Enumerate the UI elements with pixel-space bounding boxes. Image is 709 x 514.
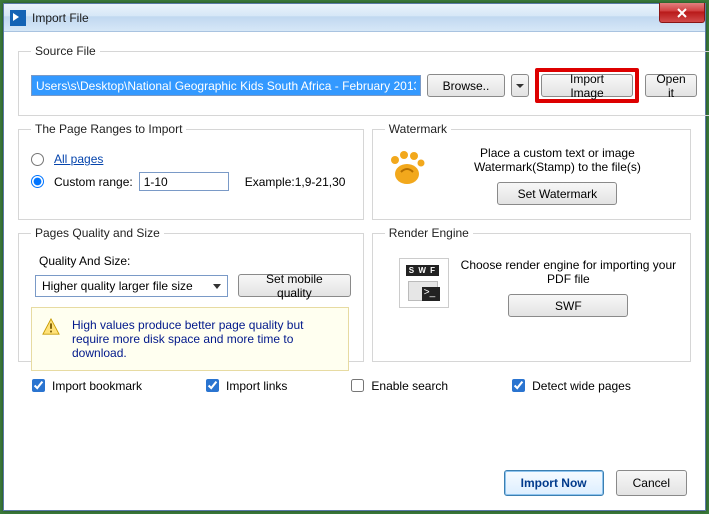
detect-wide-pages-checkbox[interactable]: [512, 379, 525, 392]
highlight-box: Import Image: [535, 68, 639, 103]
quality-legend: Pages Quality and Size: [31, 226, 164, 240]
footer-buttons: Import Now Cancel: [504, 470, 687, 496]
render-desc: Choose render engine for importing your …: [459, 258, 678, 286]
browse-dropdown-button[interactable]: [511, 74, 529, 97]
cancel-button[interactable]: Cancel: [616, 470, 687, 496]
render-engine-legend: Render Engine: [385, 226, 473, 240]
warning-icon: [42, 318, 60, 336]
source-file-legend: Source File: [31, 44, 100, 58]
import-bookmark-option[interactable]: Import bookmark: [28, 376, 142, 395]
open-it-button[interactable]: Open it: [645, 74, 697, 97]
quality-subheader: Quality And Size:: [39, 254, 351, 268]
custom-range-example: Example:1,9-21,30: [245, 175, 346, 189]
enable-search-option[interactable]: Enable search: [347, 376, 448, 395]
window-title: Import File: [32, 11, 89, 25]
watermark-legend: Watermark: [385, 122, 451, 136]
import-now-button[interactable]: Import Now: [504, 470, 604, 496]
set-mobile-quality-button[interactable]: Set mobile quality: [238, 274, 351, 297]
quality-info-text: High values produce better page quality …: [72, 318, 304, 360]
titlebar: Import File: [4, 4, 705, 32]
app-icon: [10, 10, 26, 26]
page-ranges-legend: The Page Ranges to Import: [31, 122, 186, 136]
all-pages-radio[interactable]: [31, 153, 44, 166]
quality-info-box: High values produce better page quality …: [31, 307, 349, 371]
swf-file-icon: S W F >_: [399, 258, 449, 308]
enable-search-checkbox[interactable]: [351, 379, 364, 392]
all-pages-label[interactable]: All pages: [54, 152, 103, 166]
browse-button[interactable]: Browse..: [427, 74, 505, 97]
watermark-desc: Place a custom text or image Watermark(S…: [437, 146, 678, 174]
close-icon: [677, 8, 687, 18]
import-links-option[interactable]: Import links: [202, 376, 287, 395]
options-row: Import bookmark Import links Enable sear…: [18, 368, 691, 395]
chevron-down-icon: [516, 82, 524, 90]
dialog-window: Import File Source File Browse.. Import …: [3, 3, 706, 511]
watermark-group: Watermark Place a custom text or image W…: [372, 122, 691, 220]
swf-button[interactable]: SWF: [508, 294, 628, 317]
set-watermark-button[interactable]: Set Watermark: [497, 182, 617, 205]
custom-range-radio[interactable]: [31, 175, 44, 188]
close-button[interactable]: [659, 3, 705, 23]
custom-range-input[interactable]: [139, 172, 229, 191]
quality-select[interactable]: Higher quality larger file size: [35, 275, 228, 297]
quality-select-value: Higher quality larger file size: [42, 279, 193, 293]
custom-range-label: Custom range:: [54, 175, 133, 189]
import-bookmark-checkbox[interactable]: [32, 379, 45, 392]
client-area: Source File Browse.. Import Image Open i…: [4, 32, 705, 510]
detect-wide-pages-option[interactable]: Detect wide pages: [508, 376, 631, 395]
source-path-input[interactable]: [31, 75, 421, 96]
import-image-button[interactable]: Import Image: [541, 74, 633, 97]
page-ranges-group: The Page Ranges to Import All pages Cust…: [18, 122, 364, 220]
render-engine-group: Render Engine S W F >_ Choose render eng…: [372, 226, 691, 362]
quality-group: Pages Quality and Size Quality And Size:…: [18, 226, 364, 362]
source-file-group: Source File Browse.. Import Image Open i…: [18, 44, 709, 116]
import-links-checkbox[interactable]: [206, 379, 219, 392]
footprint-icon: [385, 146, 427, 188]
